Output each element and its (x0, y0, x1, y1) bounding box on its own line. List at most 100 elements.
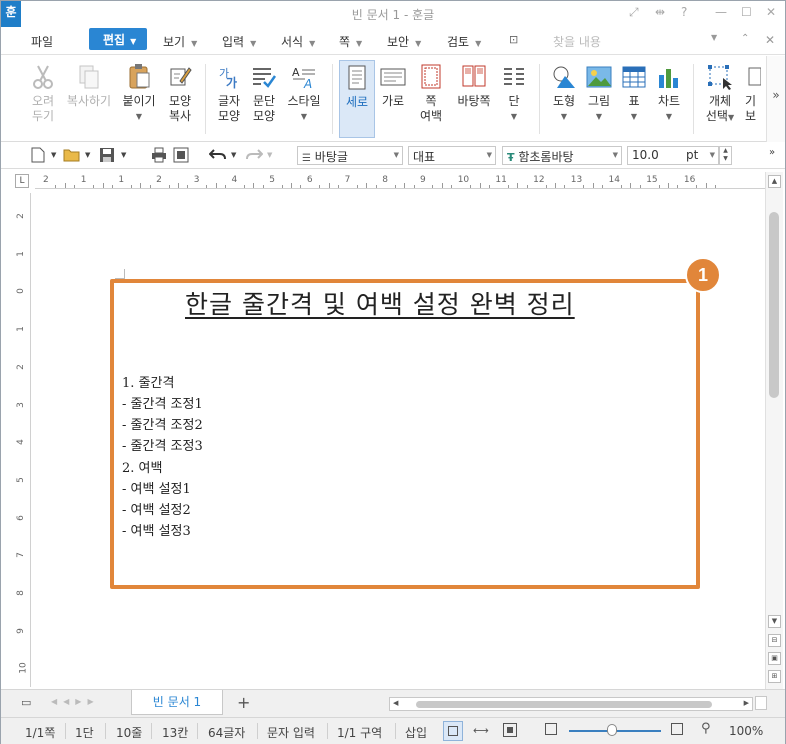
menu-review[interactable]: 검토 ▼ (447, 33, 481, 50)
char-shape-button[interactable]: 가가 글자 모양 (212, 60, 246, 138)
cut-button[interactable]: 오려 두기 (25, 60, 61, 138)
help-icon[interactable]: ? (681, 5, 687, 19)
menu-page[interactable]: 쪽 ▼ (339, 33, 362, 50)
close-doc-icon[interactable]: ✕ (765, 33, 775, 47)
style-select[interactable]: ☰ 바탕글 ▼ (297, 146, 403, 165)
status-page[interactable]: 1/1쪽 (25, 724, 55, 741)
page-margin-button[interactable]: 쪽 여백 (413, 60, 449, 138)
chevron-down-icon[interactable]: ▼ (85, 151, 90, 159)
ruler-tick-label: 8 (382, 175, 389, 185)
double-chevron-right-icon: » (772, 88, 780, 102)
maximize-button[interactable]: ☐ (741, 5, 752, 19)
vertical-scrollbar[interactable]: ▲ ▼ ⊟ ▣ ⊞ (765, 172, 783, 689)
menu-file[interactable]: 파일 (31, 33, 53, 50)
full-page-icon[interactable] (503, 723, 517, 737)
font-select[interactable]: Ŧ 함초롬바탕 ▼ (502, 146, 622, 165)
new-document-icon[interactable] (31, 147, 45, 166)
horizontal-orientation-button[interactable]: 가로 (377, 60, 409, 138)
status-insert-mode[interactable]: 삽입 (405, 724, 427, 741)
find-input[interactable]: 찾을 내용 (553, 33, 601, 50)
more-ribbon-button[interactable]: 기 보 (745, 60, 761, 138)
chevron-down-icon[interactable]: ▼ (51, 151, 56, 159)
fit-width-icon[interactable]: ⟷ (473, 724, 489, 737)
page-view-icon[interactable]: ▣ (768, 652, 781, 665)
zoom-slider-thumb[interactable] (607, 724, 617, 736)
zoom-level[interactable]: 100% (729, 724, 763, 738)
menu-edit[interactable]: 편집 ▼ (89, 28, 147, 50)
ribbon-expand-button[interactable]: » (766, 56, 785, 142)
magnifier-icon[interactable]: ⚲ (701, 721, 711, 736)
ruler-tick (130, 185, 132, 188)
scroll-up-button[interactable]: ▲ (768, 175, 781, 188)
paste-button[interactable]: 붙이기 ▼ (119, 60, 159, 138)
ruler-corner-button[interactable]: L (15, 174, 29, 188)
redo-icon[interactable] (245, 147, 264, 164)
picture-button[interactable]: 그림 ▼ (583, 60, 615, 138)
font-size-input[interactable]: 10.0 pt ▼ (627, 146, 719, 165)
chevron-down-icon[interactable]: ▼ (231, 151, 236, 159)
print-preview-icon[interactable] (173, 147, 189, 166)
tab-navigation-icon[interactable]: ◀◀▶▶ (51, 697, 100, 706)
vertical-ruler[interactable]: 2 1 0 1 2 3 4 5 6 7 8 9 10 (15, 193, 31, 687)
chevron-down-icon[interactable]: ▼ (267, 151, 272, 159)
menu-format[interactable]: 서식 ▼ (281, 33, 315, 50)
page-down-icon[interactable]: ⊞ (768, 670, 781, 683)
format-copy-button[interactable]: 모양 복사 (163, 60, 197, 138)
background-page-button[interactable]: 바탕쪽 (453, 60, 495, 138)
table-button[interactable]: 표 ▼ (619, 60, 649, 138)
close-button[interactable]: ✕ (766, 5, 776, 19)
status-divider (395, 723, 396, 739)
scroll-left-button[interactable]: ◀ (393, 699, 398, 707)
horizontal-scrollbar[interactable]: ◀ ▶ (389, 697, 753, 711)
chevron-up-icon[interactable]: ▲ (720, 147, 731, 155)
chevron-down-icon: ▼ (250, 39, 257, 48)
ruler-tick (413, 185, 415, 188)
vertical-orientation-button[interactable]: 세로 (339, 60, 375, 138)
split-view-button[interactable] (755, 696, 767, 710)
add-tab-button[interactable]: + (237, 693, 250, 712)
column-button[interactable]: 단 ▼ (499, 60, 529, 138)
chevron-down-icon: ▼ (510, 112, 518, 121)
fullscreen-icon[interactable]: ⤢ (629, 5, 639, 20)
tool-search-icon[interactable]: ⊡ (509, 33, 518, 46)
vertical-scroll-thumb[interactable] (769, 212, 779, 398)
open-folder-icon[interactable] (63, 147, 81, 166)
toolbar-expand-icon[interactable]: » (769, 147, 775, 158)
split-icon[interactable]: ⇹ (655, 5, 665, 19)
zoom-out-icon[interactable] (545, 723, 557, 735)
print-icon[interactable] (151, 147, 167, 166)
horizontal-ruler[interactable]: 2 1 1 2 3 4 5 6 7 8 9 10 11 12 13 14 15 16 (35, 172, 765, 189)
find-dropdown-icon[interactable]: ▼ (711, 33, 717, 42)
ruler-tick (93, 185, 95, 188)
style-button[interactable]: AA 스타일 ▼ (284, 60, 324, 138)
status-input-mode[interactable]: 문자 입력 (267, 724, 315, 741)
horizontal-scroll-thumb[interactable] (416, 701, 712, 708)
chart-button[interactable]: 차트 ▼ (653, 60, 685, 138)
save-icon[interactable] (99, 147, 115, 166)
normal-view-icon[interactable] (443, 721, 463, 741)
menu-security[interactable]: 보안 ▼ (387, 33, 421, 50)
document-canvas[interactable]: 한글 줄간격 및 여백 설정 완벽 정리 1. 줄간격 - 줄간격 조정1 - … (35, 191, 765, 689)
collapse-ribbon-icon[interactable]: ⌃ (741, 33, 749, 44)
undo-icon[interactable] (208, 147, 227, 164)
shape-button[interactable]: 도형 ▼ (547, 60, 581, 138)
tab-list-icon[interactable]: ▭ (21, 696, 31, 709)
ribbon: 오려 두기 복사하기 붙이기 ▼ 모양 복사 가가 글자 모양 문단 모양 A … (1, 56, 785, 142)
menu-insert[interactable]: 입력 ▼ (222, 33, 256, 50)
object-select-button[interactable]: 개체 선택▼ (701, 60, 739, 138)
scroll-down-button[interactable]: ▼ (768, 615, 781, 628)
menu-view[interactable]: 보기 ▼ (163, 33, 197, 50)
tab-blank-document-1[interactable]: 빈 문서 1 (131, 690, 223, 715)
copy-button[interactable]: 복사하기 (64, 60, 114, 138)
chevron-down-icon[interactable]: ▼ (121, 151, 126, 159)
page-up-icon[interactable]: ⊟ (768, 634, 781, 647)
minimize-button[interactable]: — (715, 5, 727, 19)
para-shape-button[interactable]: 문단 모양 (247, 60, 281, 138)
chevron-down-icon: ▼ (356, 39, 363, 48)
language-select[interactable]: 대표 ▼ (408, 146, 496, 165)
chevron-down-icon[interactable]: ▼ (720, 155, 731, 163)
zoom-in-icon[interactable] (671, 723, 683, 735)
status-divider (257, 723, 258, 739)
font-size-stepper[interactable]: ▲ ▼ (719, 146, 732, 165)
scroll-right-button[interactable]: ▶ (744, 699, 749, 707)
